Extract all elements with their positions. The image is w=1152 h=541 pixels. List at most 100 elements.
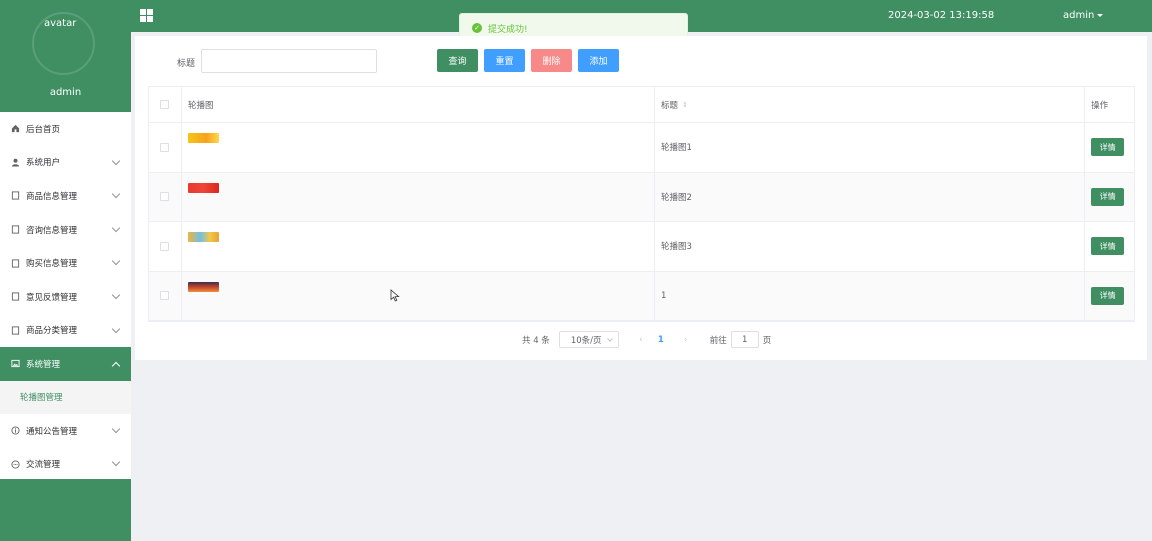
goto-label: 前往: [709, 335, 727, 346]
row-image-cell: [182, 172, 655, 221]
carousel-thumbnail[interactable]: [187, 133, 219, 143]
query-button[interactable]: 查询: [437, 49, 478, 72]
sidebar-username: admin: [49, 87, 82, 98]
sidebar-item-label: 后台首页: [26, 124, 61, 135]
document-icon: [10, 292, 20, 302]
user-icon: [10, 157, 20, 167]
select-all-checkbox[interactable]: [160, 100, 170, 109]
next-page-icon[interactable]: ›: [680, 335, 692, 345]
sidebar: avatar admin 后台首页 系统用户 商品信息管理 咨询信息管理 购买信…: [0, 0, 131, 541]
page-number[interactable]: 1: [658, 335, 664, 345]
sidebar-item-system-management[interactable]: 系统管理: [0, 347, 131, 381]
carousel-table: 轮播图 标题 ⇕ 操作 轮播图1 详情 轮播图2 详情 轮播图3 详情 1 详情: [148, 86, 1135, 322]
page-size-value: 10条/页: [570, 335, 602, 346]
header-checkbox-cell: [149, 87, 182, 122]
row-checkbox-cell: [149, 271, 182, 320]
sidebar-item-product-info[interactable]: 商品信息管理: [0, 179, 131, 213]
reset-button[interactable]: 重置: [484, 49, 525, 72]
user-dropdown[interactable]: admin: [1063, 10, 1104, 21]
menu-toggle-icon[interactable]: [140, 9, 153, 22]
sidebar-item-consult-info[interactable]: 咨询信息管理: [0, 213, 131, 247]
table-row: 轮播图3 详情: [149, 222, 1134, 272]
row-title-cell: 1: [655, 271, 1086, 320]
header-title-cell[interactable]: 标题 ⇕: [655, 87, 1086, 122]
detail-button[interactable]: 详情: [1091, 286, 1125, 305]
row-actions-cell: 详情: [1085, 173, 1134, 222]
row-checkbox[interactable]: [160, 241, 170, 251]
row-image-cell: [182, 271, 655, 320]
detail-button[interactable]: 详情: [1091, 138, 1125, 157]
row-checkbox-cell: [149, 123, 182, 172]
avatar[interactable]: avatar: [32, 12, 95, 75]
toast-message: 提交成功!: [488, 24, 528, 35]
document-icon: [10, 191, 20, 201]
sidebar-item-system-users[interactable]: 系统用户: [0, 146, 131, 180]
row-title-cell: 轮播图1: [655, 123, 1086, 172]
home-icon: [10, 124, 20, 134]
sort-icon[interactable]: ⇕: [682, 101, 688, 109]
sidebar-item-notice[interactable]: 通知公告管理: [0, 414, 131, 448]
header-image-label: 轮播图: [187, 100, 214, 111]
row-checkbox[interactable]: [160, 291, 170, 301]
check-circle-icon: ✓: [472, 23, 482, 33]
sidebar-item-home[interactable]: 后台首页: [0, 112, 131, 146]
search-title-label: 标题: [177, 59, 196, 69]
table-row: 轮播图2 详情: [149, 172, 1134, 222]
sidebar-item-feedback[interactable]: 意见反馈管理: [0, 280, 131, 314]
document-icon: [10, 258, 20, 268]
row-title: 1: [660, 290, 667, 301]
sidebar-header: avatar admin: [0, 0, 131, 112]
sidebar-item-label: 商品分类管理: [26, 326, 78, 337]
pagination-total: 共 4 条: [522, 335, 550, 346]
row-checkbox[interactable]: [160, 192, 170, 202]
row-checkbox[interactable]: [160, 142, 170, 152]
sidebar-item-purchase-info[interactable]: 购买信息管理: [0, 246, 131, 280]
header-image-cell: 轮播图: [182, 87, 655, 122]
chevron-down-icon: [111, 424, 121, 433]
sidebar-item-product-category[interactable]: 商品分类管理: [0, 314, 131, 348]
sidebar-menu: 后台首页 系统用户 商品信息管理 咨询信息管理 购买信息管理 意见反馈管理 商品…: [0, 112, 131, 481]
chevron-down-icon: [606, 336, 613, 342]
detail-button[interactable]: 详情: [1091, 187, 1125, 206]
sidebar-subitem-carousel[interactable]: 轮播图管理: [0, 380, 131, 414]
goto-page-input[interactable]: 1: [730, 331, 759, 348]
sidebar-item-label: 通知公告管理: [26, 426, 78, 437]
row-title: 轮播图1: [660, 143, 692, 154]
pagination: 共 4 条 10条/页 ‹ 1 › 前往 1 页: [522, 331, 771, 348]
sidebar-item-communication[interactable]: 交流管理: [0, 447, 131, 481]
prev-page-icon[interactable]: ‹: [635, 335, 647, 345]
chevron-down-icon: [111, 189, 121, 199]
search-title-input[interactable]: [201, 49, 377, 73]
row-actions-cell: 详情: [1085, 123, 1134, 172]
header-actions-cell: 操作: [1085, 87, 1134, 122]
chevron-down-icon: [111, 156, 121, 165]
avatar-alt-text: avatar: [44, 18, 77, 29]
detail-button[interactable]: 详情: [1091, 237, 1125, 256]
carousel-thumbnail[interactable]: [187, 281, 219, 292]
chevron-down-icon: [111, 257, 121, 266]
carousel-thumbnail[interactable]: [187, 232, 219, 242]
main-panel: 标题 查询 重置 删除 添加 轮播图 标题 ⇕ 操作 轮播图1 详情 轮播图2 详…: [135, 36, 1147, 360]
page-size-select[interactable]: 10条/页: [558, 331, 619, 348]
table-row: 1 详情: [149, 271, 1134, 321]
row-title-cell: 轮播图3: [655, 222, 1086, 271]
sidebar-item-label: 咨询信息管理: [26, 225, 78, 236]
row-title-cell: 轮播图2: [655, 172, 1086, 221]
delete-button[interactable]: 删除: [531, 49, 572, 72]
table-header-row: 轮播图 标题 ⇕ 操作: [149, 87, 1134, 123]
document-icon: [10, 225, 20, 235]
document-icon: [10, 325, 20, 335]
row-checkbox-cell: [149, 172, 182, 221]
sidebar-item-label: 商品信息管理: [26, 191, 78, 202]
header-title-label: 标题: [660, 100, 678, 111]
chevron-up-icon: [111, 361, 121, 371]
row-title: 轮播图2: [660, 192, 692, 203]
row-actions-cell: 详情: [1085, 222, 1134, 271]
sidebar-item-label: 意见反馈管理: [26, 292, 78, 303]
header-actions-label: 操作: [1091, 100, 1109, 111]
sidebar-item-label: 系统用户: [26, 158, 61, 169]
user-dropdown-label: admin: [1063, 10, 1095, 21]
add-button[interactable]: 添加: [578, 49, 619, 72]
carousel-thumbnail[interactable]: [187, 182, 219, 193]
chevron-down-icon: [111, 223, 121, 233]
